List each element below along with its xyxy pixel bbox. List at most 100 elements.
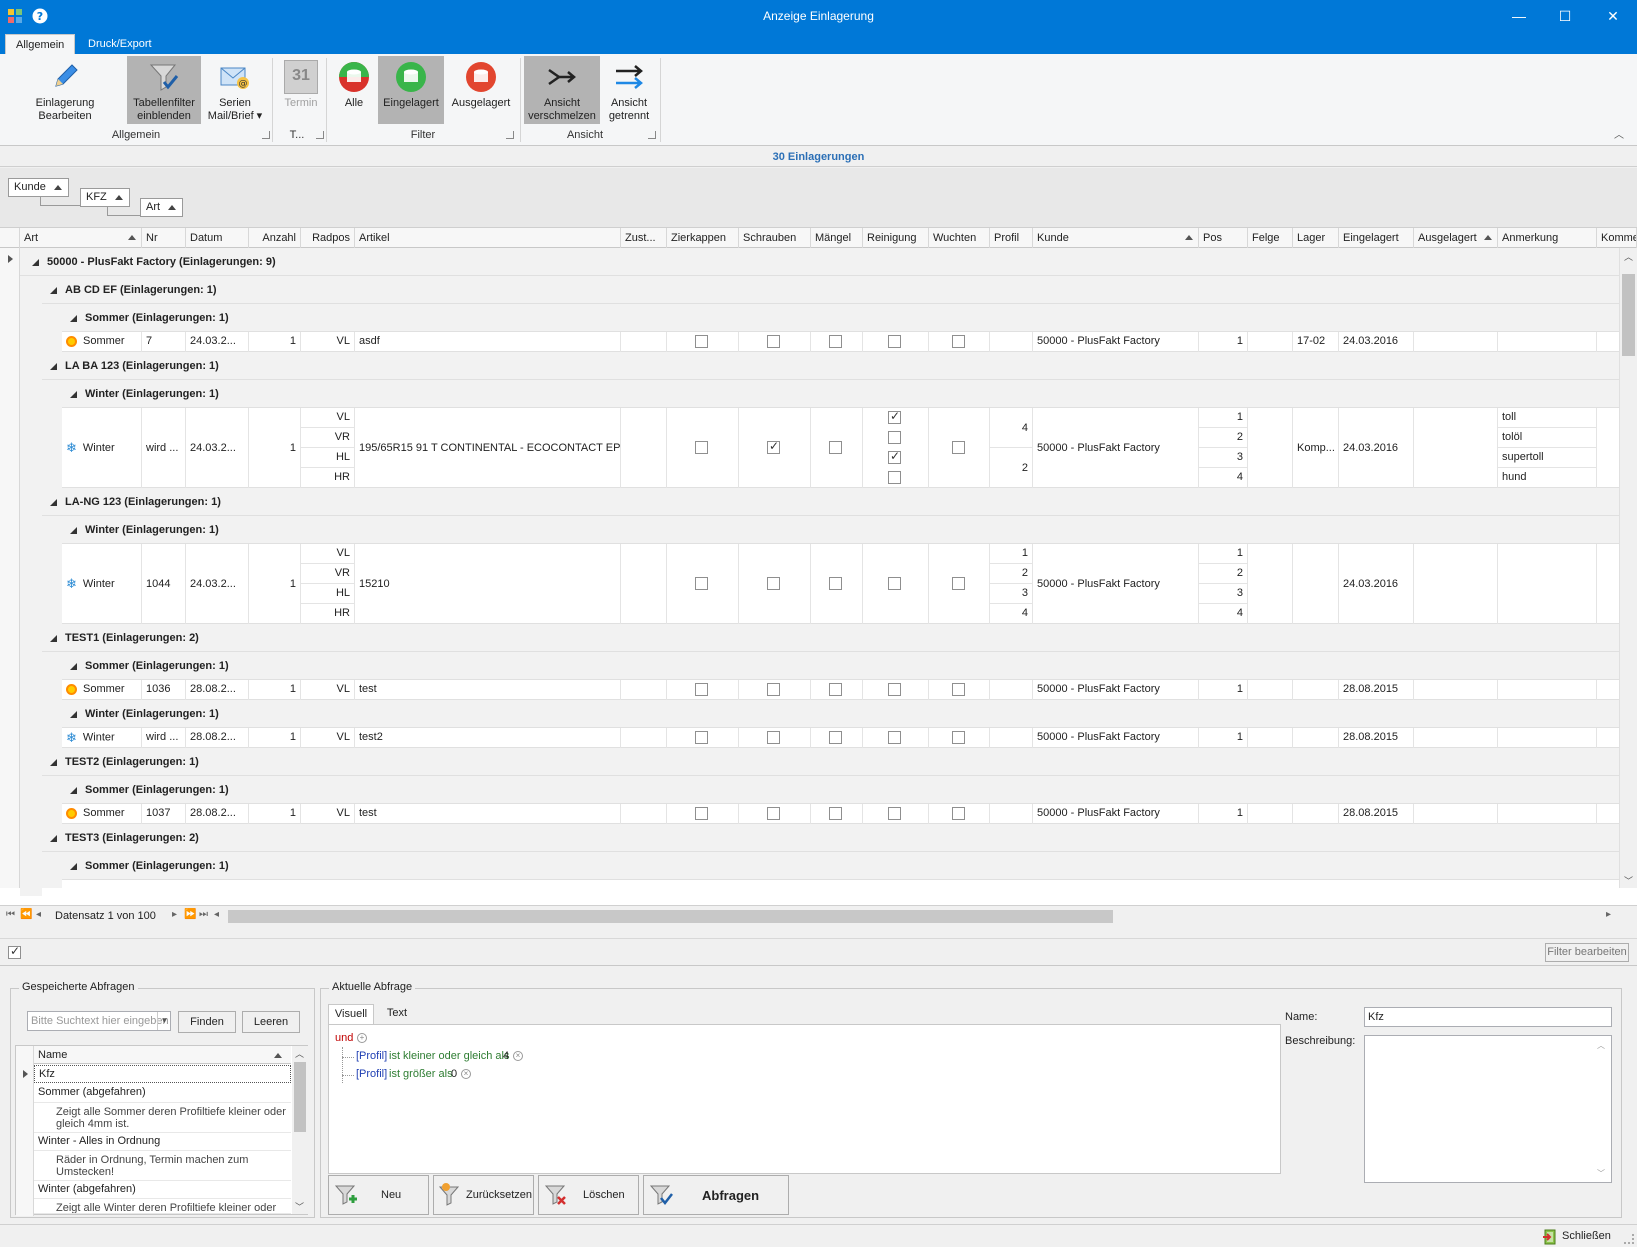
checkbox[interactable] (695, 731, 708, 744)
checkbox[interactable] (829, 807, 842, 820)
query-name-input[interactable]: Kfz (1364, 1007, 1612, 1027)
header-ausgelagert[interactable]: Ausgelagert (1414, 228, 1498, 248)
column-header-name[interactable]: Name (38, 1049, 67, 1061)
scroll-right-icon[interactable]: ▸ (1606, 909, 1611, 920)
maximize-button[interactable]: ☐ (1542, 0, 1588, 32)
appointment-button[interactable]: 31 Termin (280, 56, 322, 124)
find-button[interactable]: Finden (178, 1011, 236, 1033)
resize-grip-icon[interactable] (1624, 1234, 1634, 1244)
checkbox[interactable] (888, 471, 901, 484)
table-row[interactable]: ❄ Winter 1044 24.03.2... 1 VL VR HL HR 15… (62, 544, 1619, 624)
checkbox[interactable] (695, 683, 708, 696)
list-scrollbar[interactable]: ︿ ﹀ (292, 1046, 308, 1214)
filter-enabled-checkbox[interactable] (8, 944, 21, 959)
horizontal-scroll-thumb[interactable] (228, 910, 1113, 923)
group-row-kfz[interactable]: LA BA 123 (Einlagerungen: 1) (42, 352, 1619, 380)
reset-query-button[interactable]: Zurücksetzen (433, 1175, 534, 1215)
edit-filter-button[interactable]: Filter bearbeiten (1545, 943, 1629, 962)
checkbox[interactable] (888, 807, 901, 820)
tab-druck-export[interactable]: Druck/Export (78, 34, 162, 54)
checkbox[interactable] (829, 577, 842, 590)
scrollbar-thumb[interactable] (1622, 274, 1635, 356)
checkbox[interactable] (829, 731, 842, 744)
filter-all-button[interactable]: Alle (334, 56, 374, 124)
table-row[interactable]: ❄ Winter wird ... 28.08.2... 1 VL test2 5… (62, 728, 1619, 748)
table-filter-button[interactable]: Tabellenfilter einblenden (127, 56, 201, 124)
scroll-down-icon[interactable]: ﹀ (1597, 1168, 1605, 1179)
first-record-icon[interactable]: ⏮ (6, 909, 15, 920)
group-launcher-icon[interactable] (506, 131, 514, 139)
list-item[interactable]: Winter (abgefahren) (34, 1181, 291, 1199)
group-row-kfz[interactable]: LA-NG 123 (Einlagerungen: 1) (42, 488, 1619, 516)
checkbox[interactable] (888, 449, 901, 464)
scroll-up-icon[interactable]: ︿ (295, 1047, 304, 1060)
dropdown-arrow-icon[interactable]: ▼ (157, 1012, 171, 1030)
header-reinigung[interactable]: Reinigung (863, 228, 929, 248)
header-pos[interactable]: Pos (1199, 228, 1248, 248)
vertical-scrollbar[interactable]: ︿ ﹀ (1619, 248, 1637, 888)
query-description-textarea[interactable]: ︿ ﹀ (1364, 1035, 1612, 1183)
view-split-button[interactable]: Ansicht getrennt (604, 56, 654, 124)
remove-condition-icon[interactable]: × (513, 1051, 523, 1061)
checkbox[interactable] (952, 335, 965, 348)
edit-storage-button[interactable]: Einlagerung Bearbeiten (30, 56, 100, 124)
group-row-customer[interactable]: 50000 - PlusFakt Factory (Einlagerungen:… (20, 248, 1619, 276)
header-wuchten[interactable]: Wuchten (929, 228, 990, 248)
table-row[interactable]: ❄ Winter wird ... 24.03.2... 1 VL VR HL H… (62, 408, 1619, 488)
tab-text[interactable]: Text (375, 1004, 419, 1024)
group-row-art[interactable]: Sommer (Einlagerungen: 1) (62, 776, 1619, 804)
header-schrauben[interactable]: Schrauben (739, 228, 811, 248)
header-anzahl[interactable]: Anzahl (249, 228, 301, 248)
group-row-art[interactable]: Winter (Einlagerungen: 1) (62, 380, 1619, 408)
checkbox[interactable] (767, 577, 780, 590)
table-row[interactable]: Sommer 7 24.03.2... 1 VL asdf 50000 - Pl… (62, 332, 1619, 352)
checkbox[interactable] (888, 409, 901, 424)
prev-page-icon[interactable]: ⏪ (20, 909, 32, 920)
query-editor[interactable]: und + [Profil] ist kleiner oder gleich a… (328, 1024, 1281, 1174)
scrollbar-thumb[interactable] (294, 1062, 306, 1132)
checkbox[interactable] (695, 577, 708, 590)
checkbox[interactable] (888, 731, 901, 744)
group-row-art[interactable]: Sommer (Einlagerungen: 1) (62, 652, 1619, 680)
condition-2-field[interactable]: [Profil] (356, 1068, 387, 1080)
group-row-art[interactable]: Sommer (Einlagerungen: 1) (62, 304, 1619, 332)
header-artikel[interactable]: Artikel (355, 228, 621, 248)
collapse-ribbon-icon[interactable]: ︿ (1614, 126, 1624, 141)
group-row-kfz[interactable]: TEST3 (Einlagerungen: 2) (42, 824, 1619, 852)
add-condition-icon[interactable]: + (357, 1033, 367, 1043)
checkbox[interactable] (767, 731, 780, 744)
group-chip-kfz[interactable]: KFZ (80, 188, 130, 207)
remove-condition-icon[interactable]: × (461, 1069, 471, 1079)
header-art[interactable]: Art (20, 228, 142, 248)
group-launcher-icon[interactable] (262, 131, 270, 139)
last-record-icon[interactable]: ⏭ (199, 909, 208, 920)
header-datum[interactable]: Datum (186, 228, 249, 248)
group-chip-art[interactable]: Art (140, 198, 184, 217)
header-lager[interactable]: Lager (1293, 228, 1339, 248)
close-button[interactable]: Schließen (1538, 1227, 1617, 1246)
next-page-icon[interactable]: ⏩ (184, 909, 196, 920)
tab-allgemein[interactable]: Allgemein (5, 34, 76, 54)
scroll-down-icon[interactable]: ﹀ (1624, 874, 1633, 887)
group-row-art[interactable]: Winter (Einlagerungen: 1) (62, 700, 1619, 728)
group-row-kfz[interactable]: AB CD EF (Einlagerungen: 1) (42, 276, 1619, 304)
condition-1-operator[interactable]: ist kleiner oder gleich als (389, 1050, 509, 1062)
scroll-left-icon[interactable]: ◂ (214, 909, 219, 920)
group-row-kfz[interactable]: TEST2 (Einlagerungen: 1) (42, 748, 1619, 776)
group-launcher-icon[interactable] (648, 131, 656, 139)
serial-mail-button[interactable]: @ Serien Mail/Brief ▾ (204, 56, 266, 124)
group-chip-kunde[interactable]: Kunde (8, 178, 69, 197)
checkbox[interactable] (829, 683, 842, 696)
header-maengel[interactable]: Mängel (811, 228, 863, 248)
next-record-icon[interactable]: ▸ (172, 909, 177, 920)
header-profil[interactable]: Profil (990, 228, 1033, 248)
filter-stored-button[interactable]: Eingelagert (378, 56, 444, 124)
header-zustand[interactable]: Zust... (621, 228, 667, 248)
scroll-down-icon[interactable]: ﹀ (295, 1200, 304, 1213)
checkbox[interactable] (695, 441, 708, 454)
scroll-up-icon[interactable]: ︿ (1624, 250, 1633, 263)
filter-removed-button[interactable]: Ausgelagert (448, 56, 514, 124)
checkbox[interactable] (695, 335, 708, 348)
close-window-button[interactable]: ✕ (1590, 0, 1636, 32)
checkbox[interactable] (767, 807, 780, 820)
